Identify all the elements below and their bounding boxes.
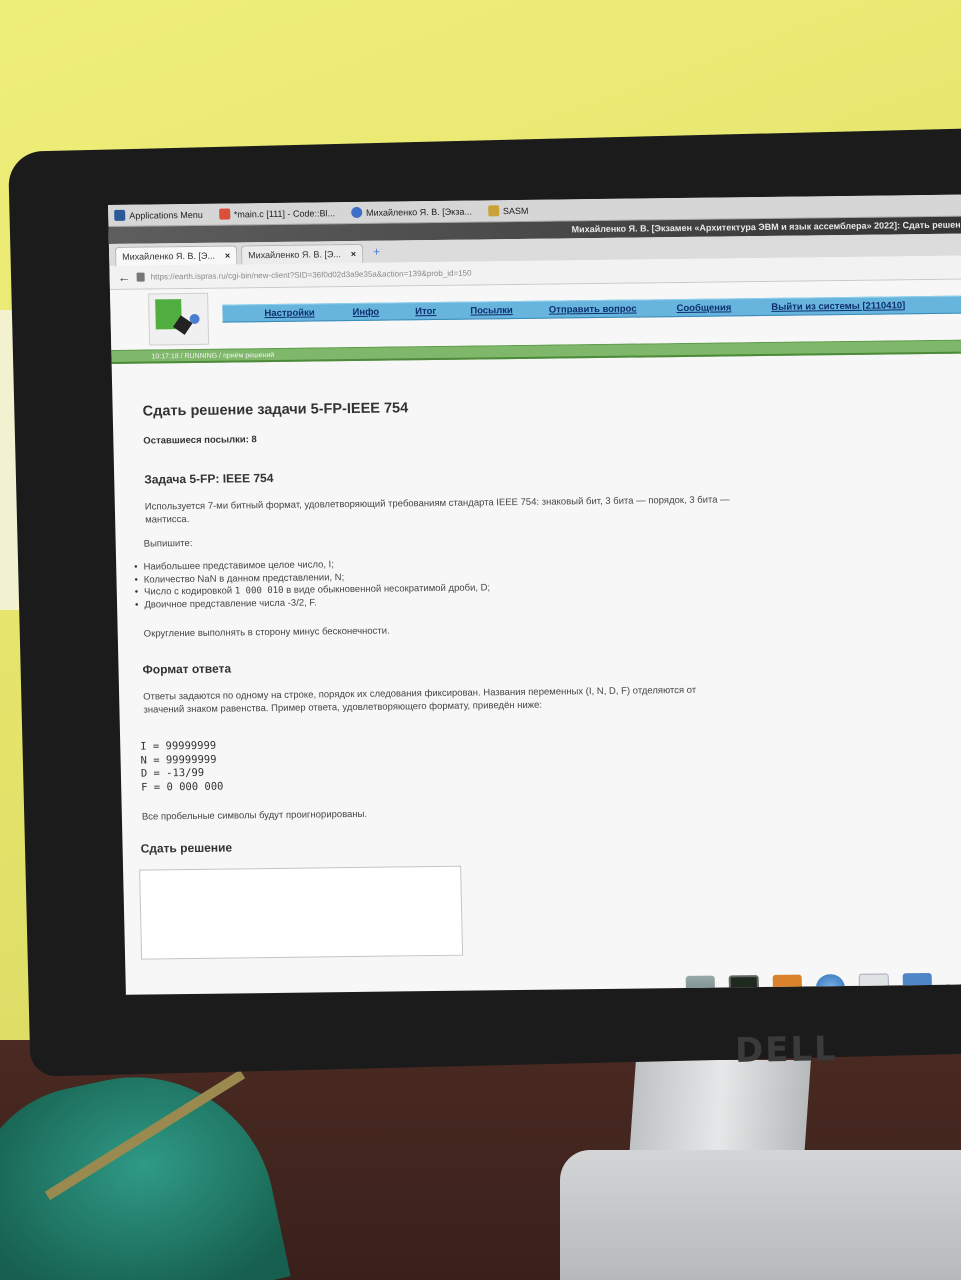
- browser-icon: [350, 206, 363, 219]
- codeblocks-icon: [218, 208, 230, 220]
- remaining-submissions: Оставшиеся посылки: 8: [143, 434, 257, 447]
- menu-item-summary[interactable]: Итог: [415, 305, 436, 316]
- ejudge-header: Настройки Инфо Итог Посылки Отправить во…: [109, 279, 961, 350]
- taskbar-item-label: *main.c [111] - Code::Bl...: [233, 207, 336, 219]
- menu-item-send-question[interactable]: Отправить вопрос: [549, 303, 637, 315]
- browser-tab[interactable]: Михайленко Я. В. [Э... ×: [114, 245, 238, 266]
- example-answer: I = 99999999 N = 99999999 D = -13/99 F =…: [140, 739, 224, 794]
- browser-tab[interactable]: Михайленко Я. В. [Э... ×: [240, 243, 364, 265]
- menu-item-messages[interactable]: Сообщения: [676, 302, 731, 314]
- monitor-stand-base: [560, 1150, 961, 1280]
- task-heading: Задача 5-FP: IEEE 754: [144, 470, 274, 487]
- list-item-text: в виде обыкновенной несократимой дроби, …: [283, 582, 491, 596]
- whitespace-note: Все пробельные символы будут проигнориро…: [141, 808, 368, 823]
- tab-label: Михайленко Я. В. [Э...: [248, 249, 341, 261]
- ejudge-logo: [148, 292, 210, 346]
- task-intro: Используется 7-ми битный формат, удовлет…: [144, 494, 730, 526]
- list-item-text: Количество NaN в данном представлении, N…: [143, 571, 345, 586]
- taskbar-item-label: Applications Menu: [129, 209, 203, 221]
- menu-item-logout[interactable]: Выйти из системы [2110410]: [771, 300, 905, 313]
- submit-heading: Сдать решение: [140, 840, 233, 856]
- lock-icon: [136, 272, 145, 282]
- taskbar-item-label: SASM: [502, 205, 529, 216]
- encoding-code: 1 000 010: [234, 585, 284, 597]
- taskbar-codeblocks[interactable]: *main.c [111] - Code::Bl...: [218, 207, 336, 220]
- back-arrow-icon[interactable]: ←: [117, 270, 130, 285]
- page-content: Сдать решение задачи 5-FP-IEEE 754 Остав…: [112, 353, 961, 960]
- menu-item-submissions[interactable]: Посылки: [470, 305, 513, 317]
- monitor-brand-logo: DELL: [734, 1029, 839, 1071]
- page-title: Сдать решение задачи 5-FP-IEEE 754: [142, 400, 409, 420]
- list-item-text: Двоичное представление числа -3/2, F.: [144, 596, 317, 611]
- applications-menu-icon: [114, 209, 126, 221]
- close-icon[interactable]: ×: [225, 251, 230, 261]
- monitor-screen: Applications Menu *main.c [111] - Code::…: [108, 194, 961, 995]
- taskbar-item-label: Михайленко Я. В. [Экза...: [365, 206, 472, 218]
- taskbar-sasm[interactable]: SASM: [487, 205, 529, 217]
- taskbar-browser[interactable]: Михайленко Я. В. [Экза...: [350, 206, 472, 219]
- close-icon[interactable]: ×: [351, 249, 356, 259]
- menu-item-info[interactable]: Инфо: [352, 306, 379, 317]
- new-tab-button[interactable]: +: [367, 245, 380, 259]
- main-menu-bar: Настройки Инфо Итог Посылки Отправить во…: [222, 295, 961, 323]
- logo-shape: [189, 313, 200, 325]
- rounding-note: Округление выполнять в сторону минус бес…: [143, 625, 390, 640]
- write-out-label: Выпишите:: [143, 537, 193, 550]
- sasm-icon: [487, 205, 499, 217]
- taskbar-applications-menu[interactable]: Applications Menu: [114, 209, 203, 221]
- format-heading: Формат ответа: [142, 661, 232, 677]
- menu-item-settings[interactable]: Настройки: [264, 307, 314, 319]
- list-item-text: Число с кодировкой: [143, 585, 235, 598]
- format-description: Ответы задаются по одному на строке, пор…: [143, 684, 697, 716]
- list-item-text: Наибольшее представимое целое число, I;: [143, 559, 335, 573]
- tab-label: Михайленко Я. В. [Э...: [122, 250, 215, 262]
- task-bullet-list: Наибольшее представимое целое число, I; …: [134, 551, 961, 611]
- solution-textarea[interactable]: [139, 865, 464, 960]
- url-text[interactable]: https://earth.ispras.ru/cgi-bin/new-clie…: [151, 269, 472, 282]
